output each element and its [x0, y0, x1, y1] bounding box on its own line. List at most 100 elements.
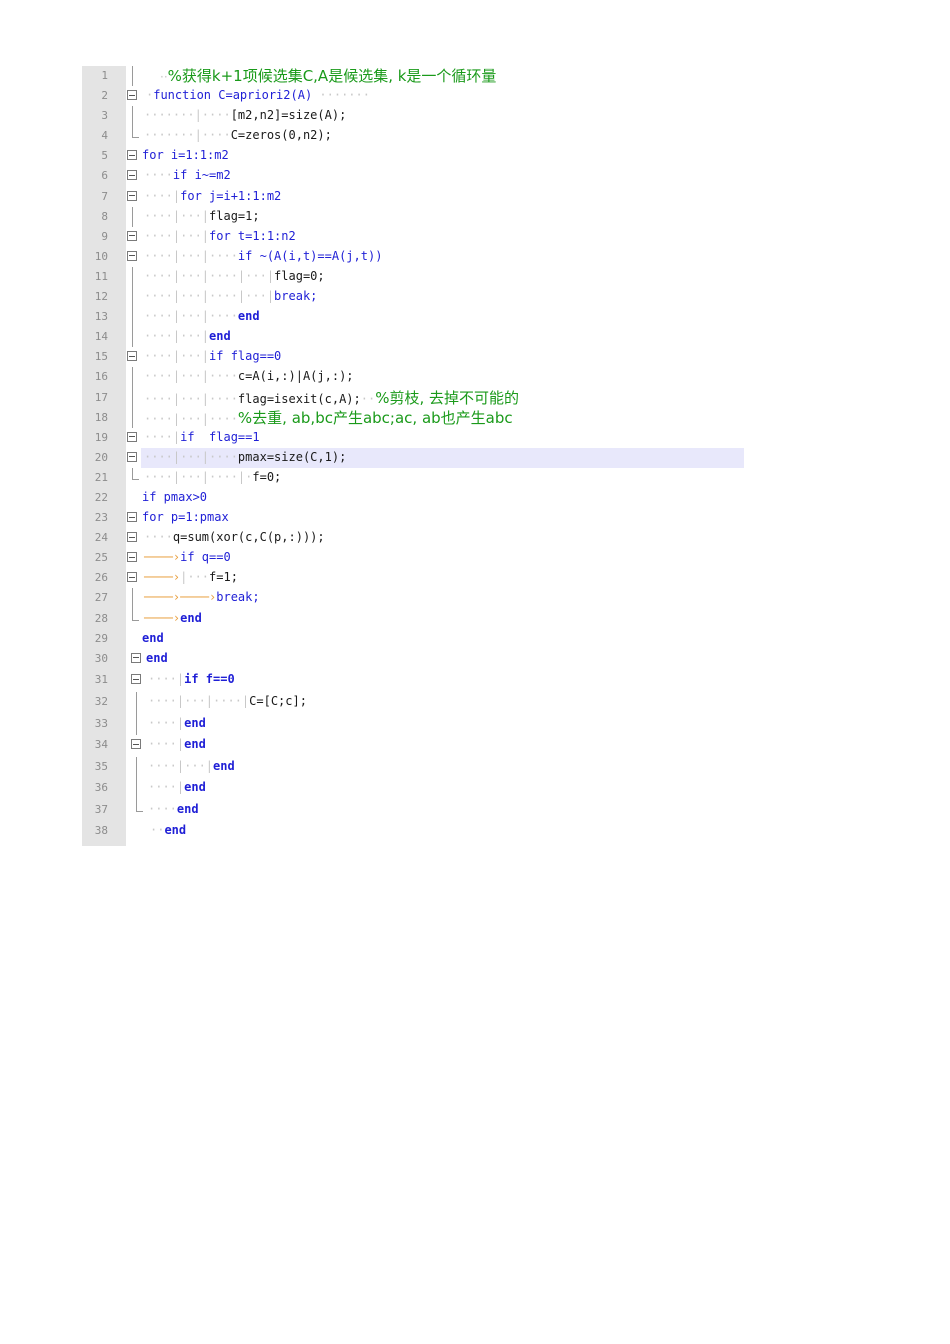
- fold-minus-icon[interactable]: [127, 552, 137, 563]
- code-text: ····|···|····%去重, ab,bc产生abc;ac, ab也产生ab…: [144, 408, 513, 427]
- code-text: ────›if q==0: [144, 550, 231, 565]
- code-line[interactable]: 28 ────›end: [82, 608, 744, 629]
- code-line[interactable]: 13 ····|···|····end: [82, 307, 744, 328]
- code-line[interactable]: 29 end: [82, 629, 744, 649]
- code-line[interactable]: 30 end: [82, 649, 744, 671]
- code-text: ····|···|end: [144, 329, 231, 344]
- code-line[interactable]: 9 ····|···|for t=1:1:n2: [82, 227, 744, 247]
- code-line-highlighted[interactable]: 20 ····|···|····pmax=size(C,1);: [82, 447, 744, 468]
- fold-minus-icon[interactable]: [131, 652, 141, 663]
- code-line[interactable]: 24 ····q=sum(xor(c,C(p,:)));: [82, 528, 744, 548]
- fold-guide: [132, 588, 133, 609]
- code-line[interactable]: 3 ·······|····[m2,n2]=size(A);: [82, 106, 744, 127]
- fold-minus-icon[interactable]: [127, 170, 137, 181]
- code-line[interactable]: 27 ────›────›break;: [82, 588, 744, 609]
- fold-end-guide: [132, 126, 139, 139]
- code-line[interactable]: 31 ····|if f==0: [82, 670, 744, 692]
- fold-end-guide: [132, 608, 139, 621]
- fold-guide: [136, 691, 137, 714]
- fold-guide: [132, 106, 133, 127]
- code-line[interactable]: 34 ····|end: [82, 735, 744, 757]
- line-number: 29: [94, 631, 108, 645]
- code-line[interactable]: 37 ····end: [82, 799, 744, 822]
- line-number: 16: [94, 370, 108, 384]
- code-line[interactable]: 18 ····|···|····%去重, ab,bc产生abc;ac, ab也产…: [82, 407, 744, 428]
- line-number: 10: [94, 249, 108, 263]
- code-line[interactable]: 6 ····if i~=m2: [82, 166, 744, 186]
- code-line[interactable]: 7 ····|for j=i+1:1:m2: [82, 187, 744, 207]
- line-number: 8: [101, 209, 108, 223]
- comment-text: ··%获得k+1项候选集C,A是候选集, k是一个循环量: [160, 67, 497, 85]
- code-line[interactable]: 14 ····|···|end: [82, 327, 744, 348]
- line-number: 31: [94, 673, 108, 687]
- line-number: 22: [94, 490, 108, 504]
- line-number: 28: [94, 611, 108, 625]
- line-number: 11: [94, 269, 108, 283]
- line-number: 30: [94, 651, 108, 665]
- fold-minus-icon[interactable]: [127, 351, 137, 362]
- fold-minus-icon[interactable]: [131, 674, 141, 685]
- line-number: 6: [101, 169, 108, 183]
- fold-minus-icon[interactable]: [127, 431, 137, 442]
- code-line[interactable]: 2 ·function C=apriori2(A) ·······: [82, 86, 744, 106]
- code-line[interactable]: 1 ··%获得k+1项候选集C,A是候选集, k是一个循环量: [82, 66, 744, 87]
- code-text: ····|···|····c=A(i,:)|A(j,:);: [144, 369, 354, 384]
- line-number: 5: [101, 149, 108, 163]
- code-line[interactable]: 5 for i=1:1:m2: [82, 146, 744, 166]
- fold-minus-icon[interactable]: [127, 230, 137, 241]
- line-number: 4: [101, 129, 108, 143]
- fold-minus-icon[interactable]: [127, 451, 137, 462]
- code-text: ····|end: [148, 737, 206, 752]
- line-number: 18: [94, 410, 108, 424]
- tab-arrow-icon: ────›: [144, 610, 181, 625]
- code-line[interactable]: 36 ····|end: [82, 778, 744, 800]
- fold-minus-icon[interactable]: [127, 150, 137, 161]
- code-line[interactable]: 33 ····|end: [82, 713, 744, 736]
- fold-guide: [132, 206, 133, 227]
- code-line[interactable]: 8 ····|···|flag=1;: [82, 206, 744, 227]
- line-number: 13: [94, 310, 108, 324]
- fold-minus-icon[interactable]: [131, 739, 141, 750]
- code-line[interactable]: 21 ····|···|····|·f=0;: [82, 467, 744, 488]
- line-number: 15: [94, 350, 108, 364]
- code-line[interactable]: 35 ····|···|end: [82, 756, 744, 779]
- code-text: ····|end: [148, 715, 206, 730]
- code-line[interactable]: 19 ····|if flag==1: [82, 428, 744, 448]
- code-text: for i=1:1:m2: [142, 148, 229, 163]
- code-text: ····|···|flag=1;: [144, 208, 260, 223]
- fold-guide: [136, 756, 137, 779]
- line-number: 38: [94, 824, 108, 838]
- code-line[interactable]: 10 ····|···|····if ~(A(i,t)==A(j,t)): [82, 247, 744, 267]
- fold-guide: [132, 287, 133, 308]
- fold-minus-icon[interactable]: [127, 532, 137, 543]
- fold-minus-icon[interactable]: [127, 90, 137, 101]
- fold-guide: [132, 407, 133, 428]
- fold-minus-icon[interactable]: [127, 572, 137, 583]
- code-line[interactable]: 4 ·······|····C=zeros(0,n2);: [82, 126, 744, 146]
- code-line[interactable]: 11 ····|···|····|···|flag=0;: [82, 266, 744, 288]
- fold-end-guide: [136, 799, 143, 812]
- code-line[interactable]: 12 ····|···|····|···|break;: [82, 287, 744, 308]
- fold-minus-icon[interactable]: [127, 250, 137, 261]
- code-line[interactable]: 22 if pmax>0: [82, 488, 744, 508]
- code-line[interactable]: 25 ────›if q==0: [82, 548, 744, 568]
- comment-text: %去重, ab,bc产生abc;ac, ab也产生abc: [237, 408, 513, 427]
- code-line[interactable]: 15 ····|···|if flag==0: [82, 347, 744, 367]
- code-text: ·······|····[m2,n2]=size(A);: [144, 108, 347, 123]
- line-number: 24: [94, 531, 108, 545]
- line-number: 23: [94, 511, 108, 525]
- code-line[interactable]: 26 ────›|···f=1;: [82, 568, 744, 588]
- fold-guide: [132, 367, 133, 388]
- code-line[interactable]: 23 for p=1:pmax: [82, 508, 744, 528]
- code-line[interactable]: 17 ····|···|····flag=isexit(c,A);··%剪枝, …: [82, 387, 744, 408]
- code-line[interactable]: 32 ····|···|····|C=[C;c];: [82, 691, 744, 714]
- code-line[interactable]: 16 ····|···|····c=A(i,:)|A(j,:);: [82, 367, 744, 388]
- fold-end-guide: [132, 467, 139, 480]
- inline-comment: %剪枝, 去掉不可能的: [375, 388, 519, 407]
- fold-guide: [132, 307, 133, 328]
- code-line[interactable]: 38 ··end: [82, 821, 744, 843]
- line-number: 36: [94, 781, 108, 795]
- fold-minus-icon[interactable]: [127, 190, 137, 201]
- code-text: ··end: [150, 823, 187, 838]
- fold-minus-icon[interactable]: [127, 512, 137, 523]
